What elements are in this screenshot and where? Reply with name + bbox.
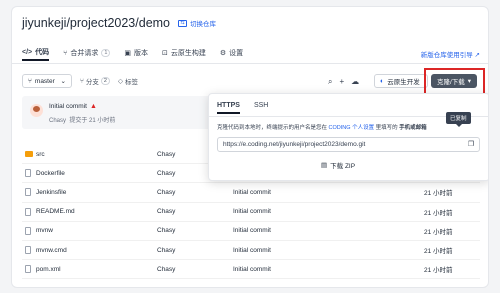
file-author: Chasy xyxy=(157,188,176,196)
file-time: 21 小时前 xyxy=(424,267,453,275)
upload-icon[interactable]: ☁ xyxy=(351,77,359,87)
build-icon: ⊡ xyxy=(162,50,168,57)
plus-icon[interactable]: + xyxy=(339,77,344,87)
file-time: 21 小时前 xyxy=(424,228,453,236)
file-icon xyxy=(25,188,31,197)
version-icon: ▣ xyxy=(124,50,132,57)
tab-versions[interactable]: ▣ 版本 xyxy=(124,45,148,61)
divider xyxy=(12,63,488,64)
table-row[interactable]: README.md Chasy Initial commit 21 小时前 xyxy=(22,203,480,222)
file-name[interactable]: pom.xml xyxy=(36,266,61,273)
merge-count-badge: 1 xyxy=(101,49,111,57)
merge-icon: ⑂ xyxy=(63,49,68,57)
tab-merge-requests[interactable]: ⑂ 合并请求 1 xyxy=(63,45,111,61)
file-name[interactable]: mvnw.cmd xyxy=(36,247,67,254)
avatar xyxy=(30,104,43,117)
switch-icon: ⇆ xyxy=(178,19,188,27)
tag-icon: ◇ xyxy=(117,78,123,85)
cloud-dev-button[interactable]: ◐ 云原生开发 xyxy=(374,74,428,88)
repo-header: jiyunkeji/project2023/demo ⇆ 切换仓库 xyxy=(22,16,216,30)
gear-icon: ⚙ xyxy=(219,50,227,57)
file-icon xyxy=(25,226,31,235)
warning-icon: ▲ xyxy=(89,103,97,110)
repo-window: jiyunkeji/project2023/demo ⇆ 切换仓库 </> 代码… xyxy=(11,6,489,288)
personal-settings-link[interactable]: CODING 个人设置 xyxy=(329,125,375,131)
copy-icon[interactable]: ❐ xyxy=(466,140,476,150)
switch-repo-link[interactable]: ⇆ 切换仓库 xyxy=(178,18,216,28)
file-icon xyxy=(25,246,31,255)
file-author: Chasy xyxy=(157,227,176,235)
file-author: Chasy xyxy=(157,208,176,216)
file-icon xyxy=(25,169,31,178)
commit-author[interactable]: Chasy xyxy=(49,118,66,124)
protocol-tabs: HTTPS SSH xyxy=(217,102,268,114)
file-icon xyxy=(25,265,31,274)
tab-code[interactable]: </> 代码 xyxy=(22,45,50,61)
file-name[interactable]: README.md xyxy=(36,208,75,215)
clone-popover: HTTPS SSH 克隆代码到本地时，终端提示的用户名是您在 CODING 个人… xyxy=(208,93,488,181)
file-time: 21 小时前 xyxy=(424,248,453,256)
file-icon xyxy=(25,207,31,216)
file-commit-message[interactable]: Initial commit xyxy=(233,189,271,196)
file-author: Chasy xyxy=(157,265,176,273)
external-link-icon: ↗ xyxy=(474,52,480,59)
cloud-dev-icon: ◐ xyxy=(380,77,385,85)
tab-settings[interactable]: ⚙ 设置 xyxy=(220,45,243,61)
file-commit-message[interactable]: Initial commit xyxy=(233,227,271,234)
guide-link[interactable]: 新版仓库使用引导 ↗ xyxy=(421,49,480,59)
copied-tooltip: 已复制 xyxy=(446,112,471,127)
highlight-box xyxy=(424,68,485,95)
file-time: 21 小时前 xyxy=(424,209,453,217)
table-row[interactable]: mvnw.cmd Chasy Initial commit 21 小时前 xyxy=(22,241,480,261)
tags-link[interactable]: ◇ 标签 xyxy=(118,76,138,86)
file-name[interactable]: Jenkinsfile xyxy=(36,189,66,196)
search-icon[interactable]: ⌕ xyxy=(328,77,332,87)
branch-select[interactable]: ⑂ master ⌄ xyxy=(22,74,72,88)
file-name[interactable]: src xyxy=(36,151,45,158)
zip-icon: ▤ xyxy=(321,162,328,169)
table-row[interactable]: pom.xml Chasy Initial commit 21 小时前 xyxy=(22,260,480,280)
commit-time: 提交于 21 小时前 xyxy=(69,118,116,124)
table-row[interactable]: mvnw Chasy Initial commit 21 小时前 xyxy=(22,222,480,241)
tab-ssh[interactable]: SSH xyxy=(254,102,268,114)
clone-url-field[interactable]: https://e.coding.net/jiyunkeji/project20… xyxy=(217,137,480,152)
tab-https[interactable]: HTTPS xyxy=(217,102,240,114)
repo-tabs: </> 代码 ⑂ 合并请求 1 ▣ 版本 ⊡ 云原生构建 ⚙ 设置 xyxy=(22,45,243,61)
file-commit-message[interactable]: Initial commit xyxy=(233,247,271,254)
code-icon: </> xyxy=(22,48,33,56)
repo-path[interactable]: jiyunkeji/project2023/demo xyxy=(22,16,170,30)
folder-icon xyxy=(25,151,33,158)
branch-icon: ⑂ xyxy=(28,77,32,85)
file-author: Chasy xyxy=(157,246,176,254)
branch-icon: ⑂ xyxy=(80,77,84,85)
chevron-down-icon: ⌄ xyxy=(60,78,66,85)
toolbar-actions: ⌕ + ☁ xyxy=(328,77,359,87)
commit-message[interactable]: Initial commit xyxy=(49,103,87,110)
branches-count-badge: 2 xyxy=(100,77,110,85)
clone-description: 克隆代码到本地时，终端提示的用户名是您在 CODING 个人设置 里填写的 手机… xyxy=(217,125,427,131)
branches-link[interactable]: ⑂ 分支 2 xyxy=(80,76,110,86)
file-name[interactable]: mvnw xyxy=(36,227,53,234)
file-author: Chasy xyxy=(157,169,176,177)
file-commit-message[interactable]: Initial commit xyxy=(233,266,271,273)
latest-commit: Initial commit ▲ Chasy 提交于 21 小时前 xyxy=(22,96,222,129)
table-row[interactable]: Jenkinsfile Chasy Initial commit 21 小时前 xyxy=(22,183,480,203)
file-commit-message[interactable]: Initial commit xyxy=(233,208,271,215)
file-name[interactable]: Dockerfile xyxy=(36,170,65,177)
tab-cloud-build[interactable]: ⊡ 云原生构建 xyxy=(162,45,206,61)
file-author: Chasy xyxy=(157,150,176,158)
file-time: 21 小时前 xyxy=(424,190,453,198)
download-zip-button[interactable]: ▤ 下载 ZIP xyxy=(321,160,355,170)
repo-toolbar: ⑂ master ⌄ ⑂ 分支 2 ◇ 标签 xyxy=(22,74,138,88)
